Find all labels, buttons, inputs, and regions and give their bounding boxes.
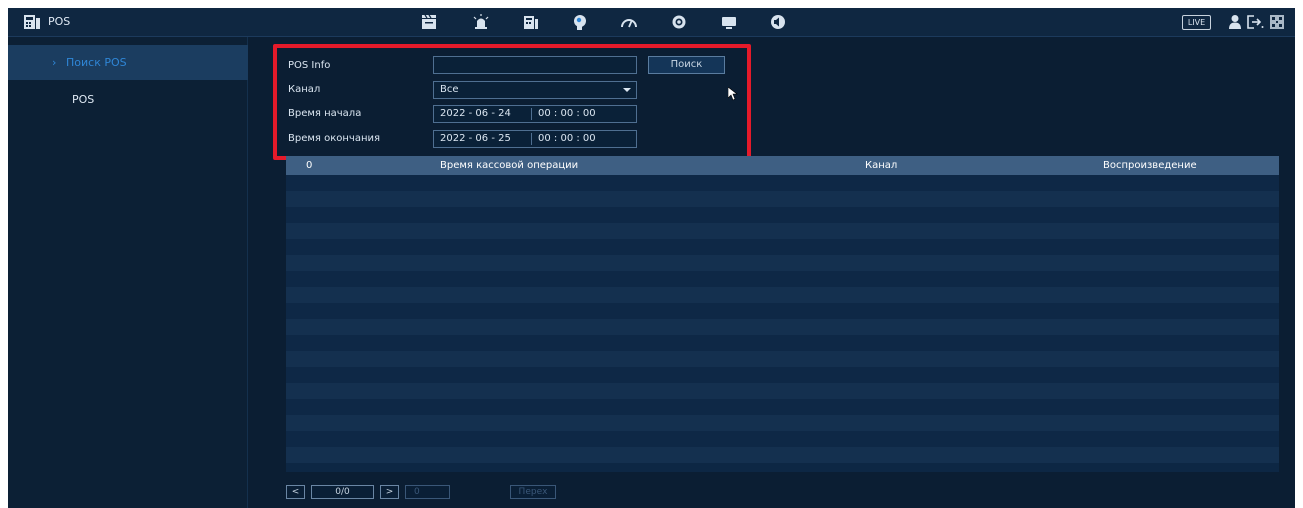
goto-page-input[interactable]: 0: [405, 485, 450, 499]
sidebar: › Поиск POS POS: [8, 37, 248, 508]
table-row: [286, 431, 1279, 447]
sidebar-item-pos[interactable]: POS: [8, 82, 248, 117]
storage-icon[interactable]: [522, 14, 540, 30]
live-button[interactable]: LIVE: [1182, 15, 1211, 30]
table-row: [286, 399, 1279, 415]
table-row: [286, 175, 1279, 191]
camera-icon[interactable]: [670, 14, 688, 30]
page-indicator: 0/0: [311, 485, 374, 499]
results-table: 0 Время кассовой операции Канал Воспроиз…: [286, 156, 1279, 472]
app-title: POS: [48, 15, 71, 28]
table-header: 0 Время кассовой операции Канал Воспроиз…: [286, 156, 1279, 175]
audio-icon[interactable]: [769, 14, 787, 30]
alarm-icon[interactable]: [472, 14, 490, 30]
column-header-channel: Канал: [865, 160, 898, 171]
table-row: [286, 383, 1279, 399]
top-bar: POS LIVE: [8, 8, 1295, 37]
pos-logo-icon: [24, 15, 40, 29]
column-header-index[interactable]: 0: [306, 156, 312, 175]
chevron-right-icon: ›: [52, 56, 57, 69]
prev-page-button[interactable]: <: [286, 485, 305, 499]
display-icon[interactable]: [720, 14, 738, 30]
highlight-frame: [273, 44, 751, 160]
table-row: [286, 271, 1279, 287]
table-row: [286, 207, 1279, 223]
table-row: [286, 351, 1279, 367]
table-row: [286, 303, 1279, 319]
ai-icon[interactable]: [571, 14, 589, 30]
record-icon[interactable]: [420, 14, 438, 30]
column-header-playback: Воспроизведение: [1103, 160, 1197, 171]
table-row: [286, 335, 1279, 351]
table-row: [286, 255, 1279, 271]
table-row: [286, 319, 1279, 335]
sidebar-item-pos-search[interactable]: › Поиск POS: [8, 45, 248, 80]
sidebar-item-label: Поиск POS: [66, 56, 127, 69]
pos-window: POS LIVE › Поиск POS POS POS Info Поиск …: [8, 8, 1295, 508]
table-row: [286, 447, 1279, 463]
dashboard-icon[interactable]: [620, 14, 638, 30]
mouse-cursor-icon: [728, 87, 738, 101]
table-row: [286, 191, 1279, 207]
table-row: [286, 367, 1279, 383]
logout-icon[interactable]: [1246, 14, 1264, 30]
table-row: [286, 287, 1279, 303]
user-icon[interactable]: [1228, 14, 1242, 30]
sidebar-item-label: POS: [72, 93, 95, 106]
column-header-transaction-time: Время кассовой операции: [440, 160, 579, 171]
table-row: [286, 239, 1279, 255]
table-row: [286, 223, 1279, 239]
next-page-button[interactable]: >: [380, 485, 399, 499]
goto-page-button[interactable]: Перех: [510, 485, 556, 499]
qr-icon[interactable]: [1270, 15, 1284, 29]
table-row: [286, 415, 1279, 431]
